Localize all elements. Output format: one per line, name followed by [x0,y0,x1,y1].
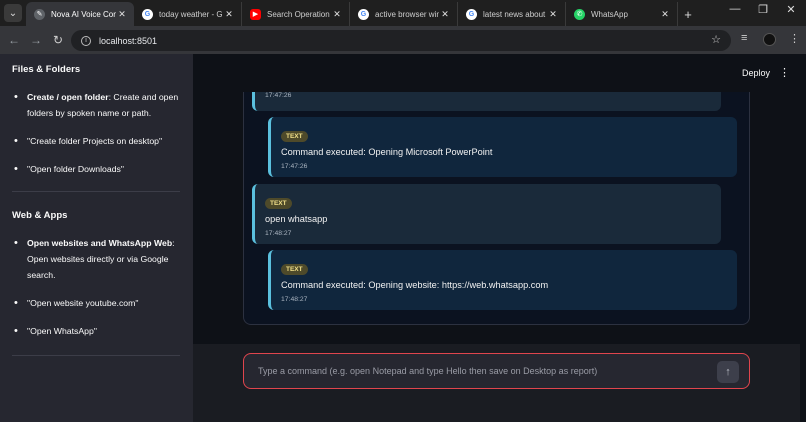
tab-youtube[interactable]: ▶ Search Operation ✕ [242,2,350,26]
send-button[interactable]: ↑ [717,361,739,383]
address-bar-row: ← → ↻ i localhost:8501 ☆ ≡ ⋮ [0,26,806,54]
list-item: "Open folder Downloads" [12,161,181,177]
close-tab-icon[interactable]: ✕ [223,9,235,20]
tab-nova-ai[interactable]: ✎ Nova AI Voice Com ✕ [26,2,134,26]
chat-message-user: 17:47:26 [252,92,721,111]
tab-title: Search Operation [267,9,330,19]
chat-message-bot: TEXT Command executed: Opening Microsoft… [268,117,737,177]
message-time: 17:48:27 [265,230,292,237]
google-icon: G [466,8,477,20]
web-apps-list: Open websites and WhatsApp Web: Open web… [12,235,181,339]
command-input[interactable]: Type a command (e.g. open Notepad and ty… [243,353,750,389]
close-tab-icon[interactable]: ✕ [659,9,671,20]
profile-avatar[interactable] [763,33,776,46]
close-tab-icon[interactable]: ✕ [331,9,343,20]
deploy-button[interactable]: Deploy [742,68,770,78]
message-time: 17:47:26 [281,163,308,170]
close-window-icon[interactable]: ✕ [776,3,806,16]
sidebar-heading-web: Web & Apps [12,210,68,221]
youtube-icon: ▶ [250,8,261,20]
list-item: "Open website youtube.com" [12,295,181,311]
input-placeholder: Type a command (e.g. open Notepad and ty… [258,366,598,376]
back-icon[interactable]: ← [3,33,25,47]
main-menu-icon[interactable]: ⋮ [779,66,790,79]
divider [12,355,180,356]
google-icon: G [142,8,153,20]
media-icon[interactable]: ≡ [741,32,747,44]
files-folders-list: Create / open folder: Create and open fo… [12,89,181,177]
sidebar: Files & Folders Create / open folder: Cr… [0,54,193,422]
tab-title: today weather - G [159,9,223,19]
message-type-badge: TEXT [281,264,308,275]
bookmark-star-icon[interactable]: ☆ [711,33,721,46]
message-time: 17:48:27 [281,296,308,303]
new-tab-button[interactable]: + [678,2,698,26]
site-info-icon[interactable]: i [81,35,91,46]
url-bar[interactable]: i localhost:8501 ☆ [71,30,731,51]
close-tab-icon[interactable]: ✕ [439,9,451,20]
sidebar-heading-files: Files & Folders [12,64,81,75]
tab-title: Nova AI Voice Com [51,9,116,19]
arrow-up-icon: ↑ [725,366,731,378]
list-item: Open websites and WhatsApp Web: Open web… [12,235,181,283]
reload-icon[interactable]: ↻ [47,33,69,47]
browser-menu-icon[interactable]: ⋮ [789,32,800,45]
tab-active-browser[interactable]: G active browser win ✕ [350,2,458,26]
minimize-icon[interactable]: — [720,3,750,15]
maximize-icon[interactable]: ❐ [748,3,778,16]
tab-search-icon[interactable]: ⌄ [4,4,22,22]
whatsapp-icon: ✆ [574,8,585,20]
chat-input-area: Type a command (e.g. open Notepad and ty… [193,344,800,422]
close-tab-icon[interactable]: ✕ [116,9,128,20]
chat-message-user: TEXT open whatsapp 17:48:27 [252,184,721,244]
message-text: Command executed: Opening website: https… [281,280,549,290]
tab-whatsapp[interactable]: ✆ WhatsApp ✕ [566,2,678,26]
list-item: Create / open folder: Create and open fo… [12,89,181,121]
message-text: open whatsapp [265,214,328,224]
list-item: "Create folder Projects on desktop" [12,133,181,149]
tab-weather[interactable]: G today weather - G ✕ [134,2,242,26]
message-time: 17:47:26 [265,92,292,99]
tab-title: active browser win [375,9,439,19]
divider [12,191,180,192]
tab-latest-news[interactable]: G latest news about ✕ [458,2,566,26]
url-text: localhost:8501 [99,35,158,46]
message-text: Command executed: Opening Microsoft Powe… [281,147,493,157]
chat-container: 17:47:26 TEXT Command executed: Opening … [243,92,750,325]
tab-title: WhatsApp [591,9,628,19]
chat-message-bot: TEXT Command executed: Opening website: … [268,250,737,310]
close-tab-icon[interactable]: ✕ [547,9,559,20]
forward-icon[interactable]: → [25,33,47,47]
message-type-badge: TEXT [265,198,292,209]
tab-title: latest news about [483,9,546,19]
google-icon: G [358,8,369,20]
browser-tab-strip: ⌄ ✎ Nova AI Voice Com ✕ G today weather … [0,0,806,26]
main-content: Deploy ⋮ 17:47:26 TEXT Command executed:… [193,54,806,422]
app-icon: ✎ [34,8,45,20]
list-item: "Open WhatsApp" [12,323,181,339]
message-type-badge: TEXT [281,131,308,142]
